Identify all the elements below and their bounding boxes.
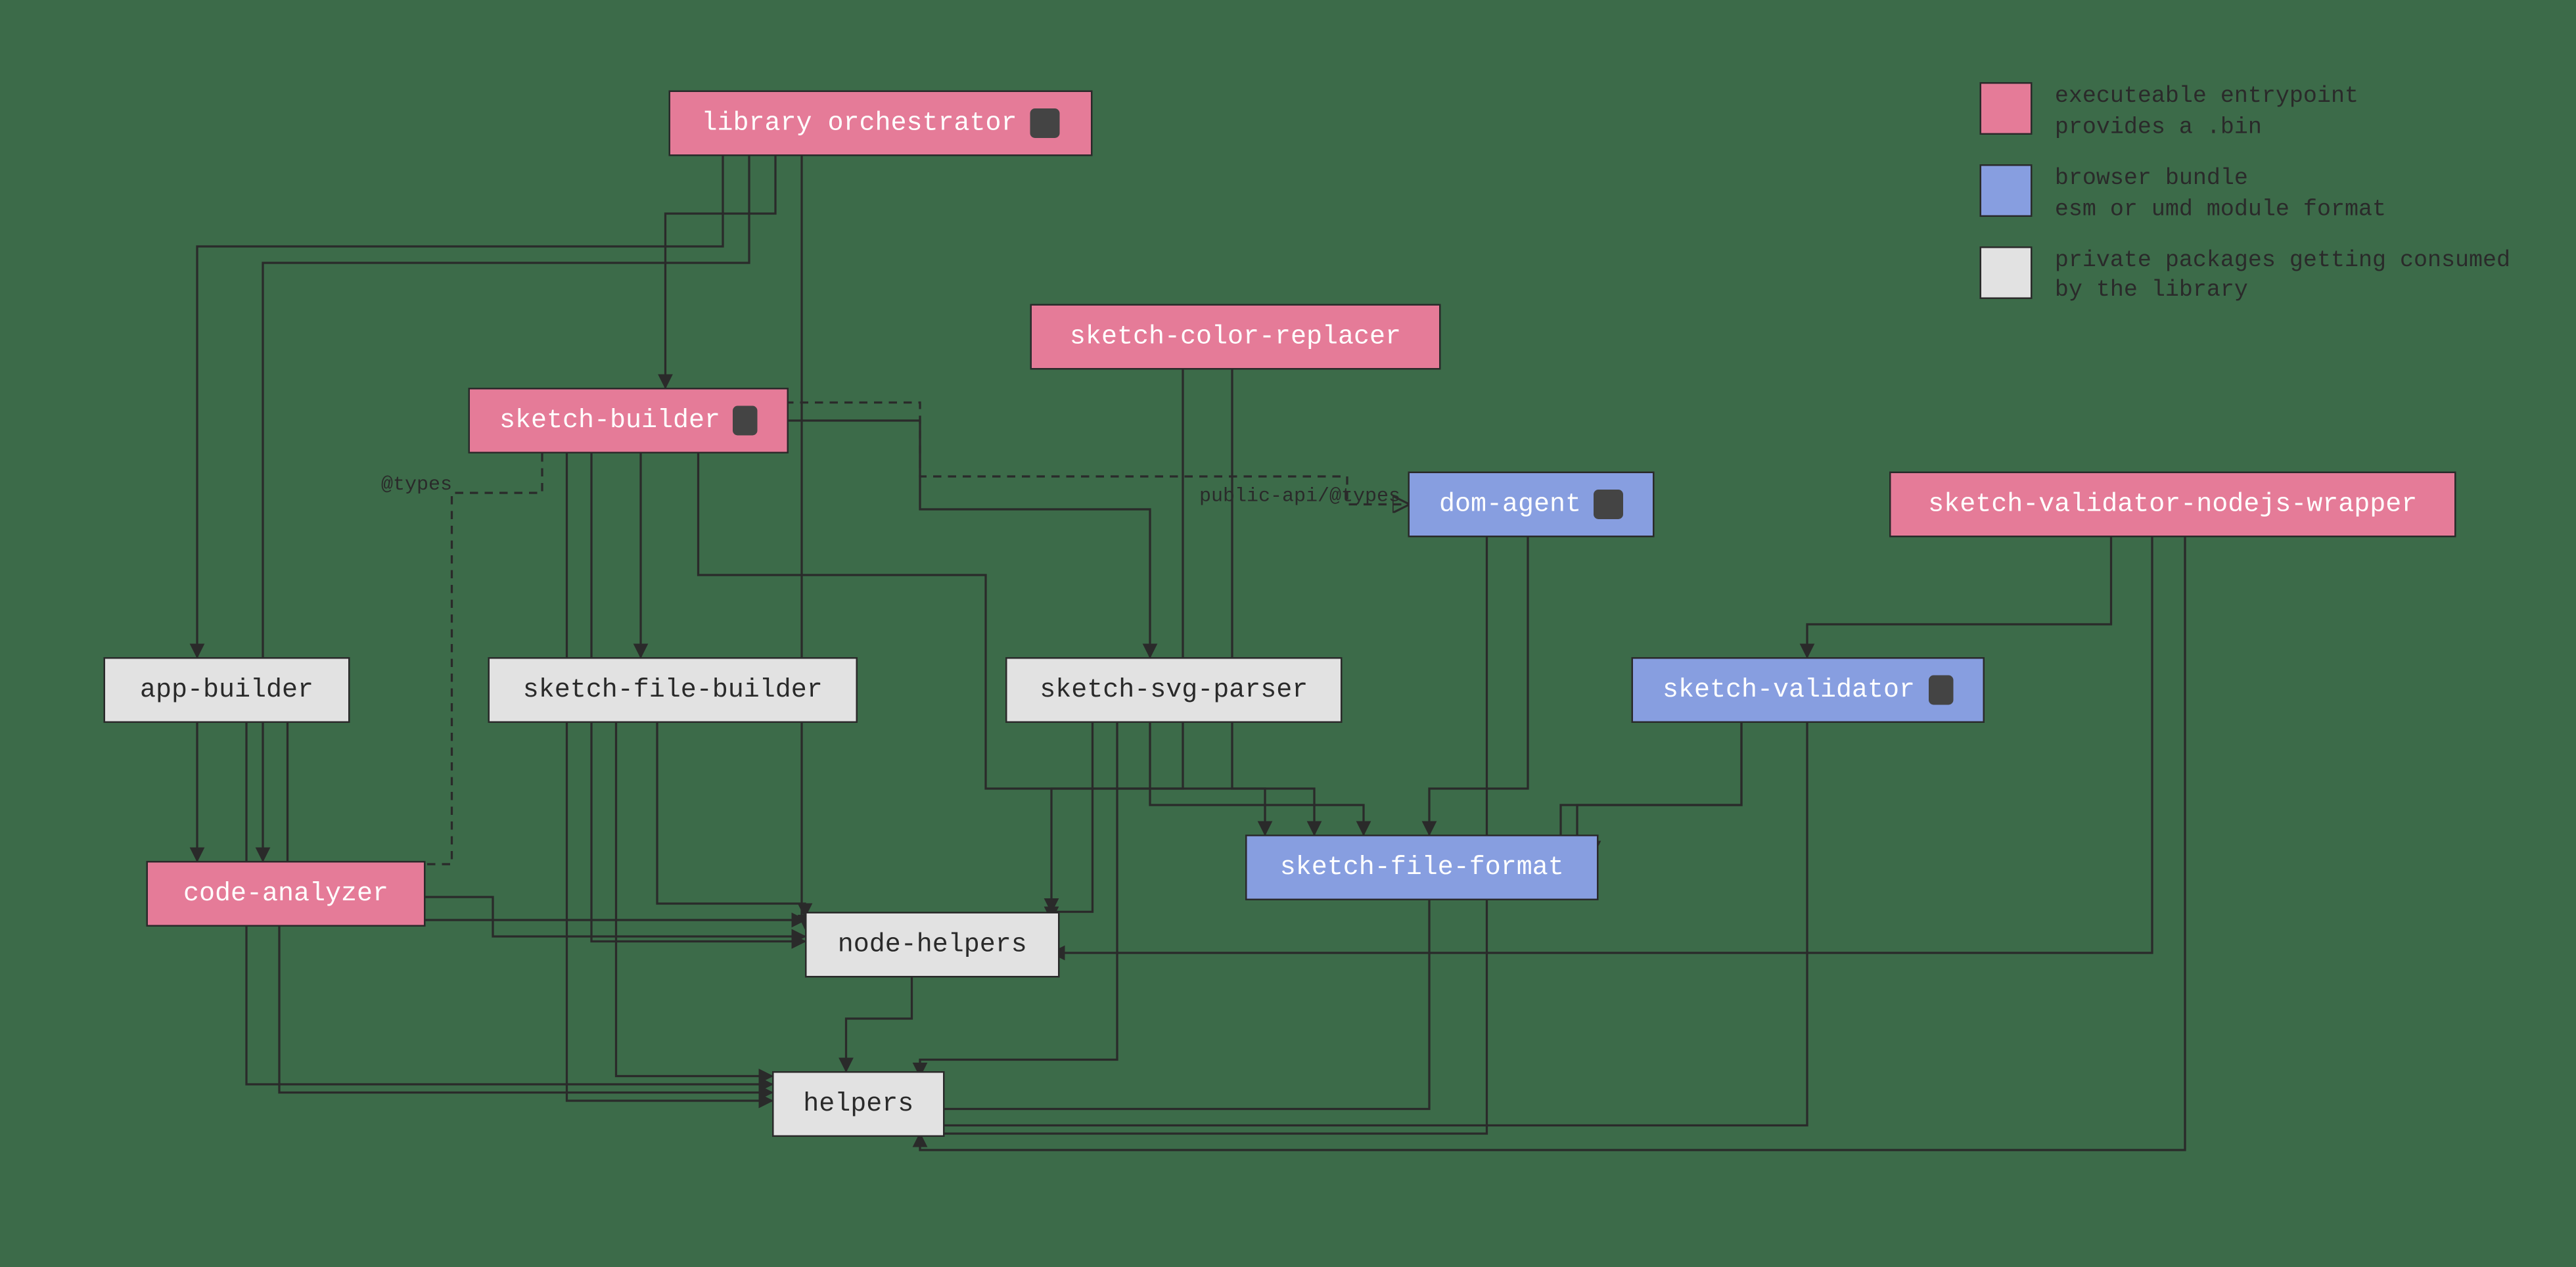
legend-item-browser: browser bundle esm or umd module format	[1979, 164, 2510, 225]
node-label: helpers	[803, 1090, 913, 1119]
node-label: sketch-svg-parser	[1040, 676, 1308, 705]
node-label: node-helpers	[838, 930, 1027, 959]
node-label: sketch-file-builder	[523, 676, 823, 705]
legend-item-executable: executeable entrypoint provides a .bin	[1979, 82, 2510, 144]
emoji-icon	[1594, 490, 1623, 519]
node-library-orchestrator: library orchestrator	[669, 91, 1093, 156]
node-helpers: helpers	[772, 1071, 945, 1137]
node-label: library orchestrator	[701, 108, 1017, 138]
legend-text: browser bundle esm or umd module format	[2055, 164, 2386, 225]
legend-text: private packages getting consumed by the…	[2055, 246, 2510, 308]
node-label: sketch-file-format	[1280, 853, 1564, 883]
node-label: dom-agent	[1439, 490, 1581, 519]
edge-label-types: @types	[381, 473, 452, 496]
node-app-builder: app-builder	[104, 657, 350, 723]
node-label: sketch-validator-nodejs-wrapper	[1928, 490, 2417, 519]
legend-item-private: private packages getting consumed by the…	[1979, 246, 2510, 308]
node-sketch-svg-parser: sketch-svg-parser	[1005, 657, 1343, 723]
legend-swatch-pink	[1979, 82, 2032, 135]
node-sketch-builder: sketch-builder	[469, 388, 789, 453]
node-label: sketch-validator	[1663, 676, 1915, 705]
node-sketch-validator: sketch-validator	[1632, 657, 1985, 723]
node-dom-agent: dom-agent	[1408, 472, 1655, 538]
legend-swatch-blue	[1979, 164, 2032, 216]
legend-swatch-gray	[1979, 246, 2032, 298]
node-sketch-color-replacer: sketch-color-replacer	[1030, 304, 1441, 370]
node-label: code-analyzer	[183, 879, 388, 909]
legend: executeable entrypoint provides a .bin b…	[1979, 82, 2510, 308]
node-sketch-file-format: sketch-file-format	[1245, 835, 1599, 900]
node-sketch-file-builder: sketch-file-builder	[488, 657, 858, 723]
node-label: app-builder	[140, 676, 313, 705]
node-label: sketch-builder	[499, 406, 720, 436]
emoji-icon	[733, 406, 757, 436]
legend-text: executeable entrypoint provides a .bin	[2055, 82, 2358, 144]
emoji-icon	[1928, 676, 1953, 705]
node-label: sketch-color-replacer	[1070, 322, 1401, 352]
node-node-helpers: node-helpers	[805, 912, 1060, 978]
node-sketch-validator-nodejs-wrapper: sketch-validator-nodejs-wrapper	[1889, 472, 2456, 538]
emoji-icon	[1030, 108, 1060, 138]
node-code-analyzer: code-analyzer	[147, 861, 426, 927]
edge-label-public-api: public-api/@types	[1199, 485, 1400, 508]
